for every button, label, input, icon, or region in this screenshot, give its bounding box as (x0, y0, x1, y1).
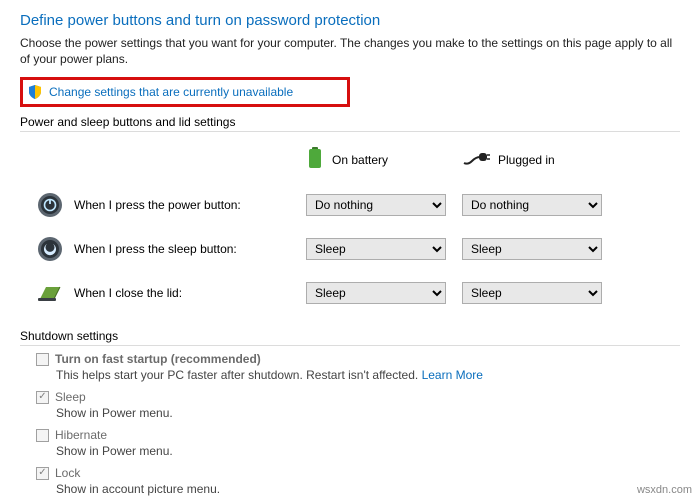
shutdown-item-lock: ✓ Lock Show in account picture menu. (36, 466, 680, 496)
power-button-on-battery-select[interactable]: Do nothing (306, 194, 446, 216)
sleep-button-icon (36, 235, 64, 263)
watermark: wsxdn.com (637, 484, 692, 496)
fast-startup-sub-text: This helps start your PC faster after sh… (56, 368, 422, 382)
fast-startup-label: Turn on fast startup (recommended) (55, 352, 261, 366)
hibernate-checkbox[interactable] (36, 429, 49, 442)
column-on-battery: On battery (306, 146, 456, 173)
plug-icon (462, 149, 490, 170)
column-plugged-in-label: Plugged in (498, 153, 555, 167)
hibernate-sub: Show in Power menu. (56, 444, 680, 458)
close-lid-plugged-in-select[interactable]: Sleep (462, 282, 602, 304)
shutdown-settings-list: Turn on fast startup (recommended) This … (20, 346, 680, 496)
power-grid: On battery Plugged in When I press the p… (20, 138, 680, 315)
shutdown-item-sleep: ✓ Sleep Show in Power menu. (36, 390, 680, 420)
learn-more-link[interactable]: Learn More (422, 368, 483, 382)
battery-icon (306, 146, 324, 173)
row-power-button-label: When I press the power button: (74, 198, 241, 212)
shutdown-item-fast-startup: Turn on fast startup (recommended) This … (36, 352, 680, 382)
column-plugged-in: Plugged in (462, 149, 612, 170)
sleep-checkbox[interactable]: ✓ (36, 391, 49, 404)
column-on-battery-label: On battery (332, 153, 388, 167)
close-lid-on-battery-select[interactable]: Sleep (306, 282, 446, 304)
fast-startup-sub: This helps start your PC faster after sh… (56, 368, 680, 382)
power-button-icon (36, 191, 64, 219)
section-shutdown-heading: Shutdown settings (20, 329, 680, 346)
laptop-lid-icon (36, 279, 64, 307)
page-title: Define power buttons and turn on passwor… (20, 12, 680, 29)
sleep-label: Sleep (55, 390, 86, 404)
row-close-lid-label: When I close the lid: (74, 286, 182, 300)
row-sleep-button-label: When I press the sleep button: (74, 242, 237, 256)
row-close-lid: When I close the lid: (20, 279, 300, 307)
uac-shield-icon (27, 84, 43, 100)
change-settings-highlight: Change settings that are currently unava… (20, 77, 350, 107)
shutdown-item-hibernate: Hibernate Show in Power menu. (36, 428, 680, 458)
sleep-sub: Show in Power menu. (56, 406, 680, 420)
section-power-buttons-heading: Power and sleep buttons and lid settings (20, 115, 680, 132)
row-power-button: When I press the power button: (20, 191, 300, 219)
lock-checkbox[interactable]: ✓ (36, 467, 49, 480)
lock-sub: Show in account picture menu. (56, 482, 680, 496)
power-button-plugged-in-select[interactable]: Do nothing (462, 194, 602, 216)
sleep-button-plugged-in-select[interactable]: Sleep (462, 238, 602, 260)
lock-label: Lock (55, 466, 80, 480)
fast-startup-checkbox[interactable] (36, 353, 49, 366)
change-settings-link[interactable]: Change settings that are currently unava… (49, 85, 293, 99)
sleep-button-on-battery-select[interactable]: Sleep (306, 238, 446, 260)
page-description: Choose the power settings that you want … (20, 35, 680, 67)
row-sleep-button: When I press the sleep button: (20, 235, 300, 263)
hibernate-label: Hibernate (55, 428, 107, 442)
